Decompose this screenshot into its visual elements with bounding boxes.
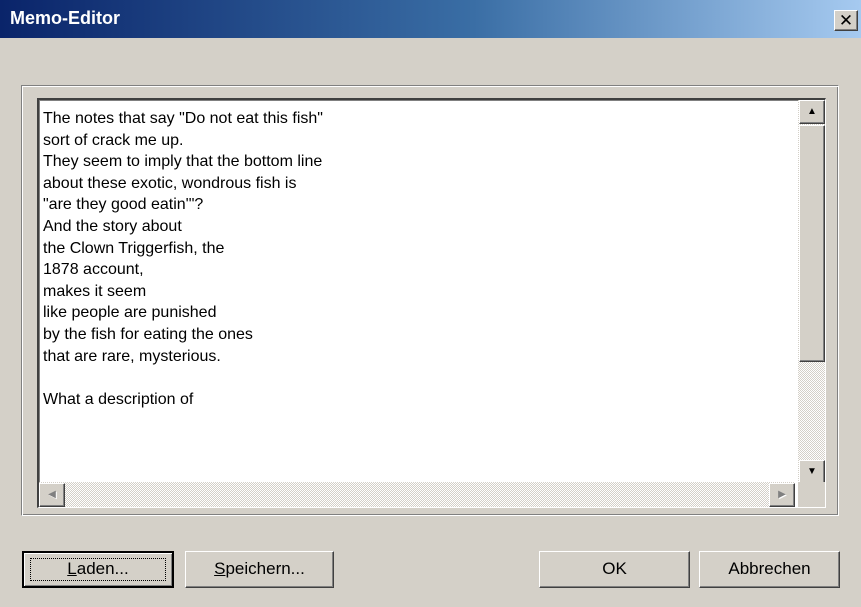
cancel-button[interactable]: Abbrechen — [699, 551, 840, 588]
title-bar[interactable]: Memo-Editor ✕ — [0, 0, 861, 38]
arrow-right-icon: ▶ — [778, 489, 786, 500]
memo-textarea[interactable]: The notes that say "Do not eat this fish… — [37, 98, 826, 508]
save-button[interactable]: Speichern... — [185, 551, 334, 588]
memo-text[interactable]: The notes that say "Do not eat this fish… — [43, 108, 793, 410]
ok-label: OK — [602, 559, 627, 578]
arrow-down-icon: ▼ — [807, 466, 817, 477]
save-label: peichern... — [225, 559, 305, 578]
load-mnemonic: L — [67, 559, 77, 578]
close-button[interactable]: ✕ — [834, 10, 858, 31]
vertical-scroll-thumb[interactable] — [799, 125, 825, 362]
horizontal-scrollbar[interactable]: ◀ ▶ — [39, 482, 795, 507]
arrow-left-icon: ◀ — [48, 489, 56, 500]
scrollbar-corner — [798, 482, 825, 507]
cancel-label: Abbrechen — [728, 559, 811, 578]
scroll-down-button[interactable]: ▼ — [799, 460, 825, 484]
close-icon: ✕ — [838, 11, 854, 30]
ok-button[interactable]: OK — [539, 551, 690, 588]
load-button[interactable]: Laden... — [22, 551, 174, 588]
load-label: aden... — [76, 559, 129, 578]
scroll-right-button[interactable]: ▶ — [769, 483, 795, 507]
scroll-up-button[interactable]: ▲ — [799, 100, 825, 124]
vertical-scrollbar[interactable]: ▲ ▼ — [798, 100, 825, 484]
scroll-left-button[interactable]: ◀ — [39, 483, 65, 507]
arrow-up-icon: ▲ — [807, 106, 817, 117]
save-mnemonic: S — [214, 559, 226, 578]
window-title: Memo-Editor — [10, 8, 120, 28]
